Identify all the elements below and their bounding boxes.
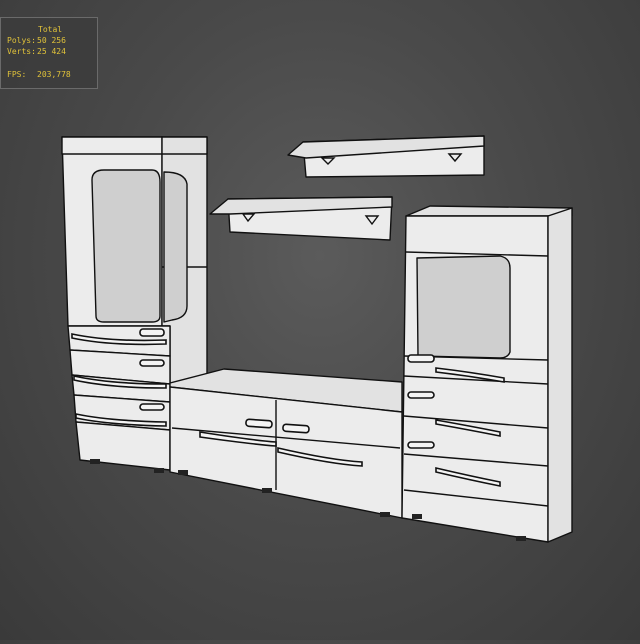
stats-row-fps: FPS: 203,778 — [7, 69, 71, 80]
stats-header: Total — [38, 25, 63, 34]
furniture-model — [61, 135, 573, 543]
stats-row-verts: Verts:25 424 — [7, 46, 66, 57]
center-tv-unit — [169, 368, 403, 519]
stats-overlay: Total Polys:50 256 Verts:25 424 FPS: 203,… — [0, 17, 98, 89]
stats-value: 203,778 — [37, 70, 71, 79]
stats-row-polys: Polys:50 256 — [7, 35, 66, 46]
stats-label: FPS: — [7, 70, 27, 79]
stats-value: 25 424 — [37, 47, 66, 56]
stats-label: Polys: — [7, 36, 36, 45]
wall-shelf-lower — [209, 196, 393, 241]
wall-shelf-upper — [287, 135, 485, 178]
right-cabinet — [401, 205, 573, 543]
stats-value: 50 256 — [37, 36, 66, 45]
viewport-3d[interactable]: Total Polys:50 256 Verts:25 424 FPS: 203,… — [0, 0, 640, 640]
stats-label: Verts: — [7, 47, 36, 56]
